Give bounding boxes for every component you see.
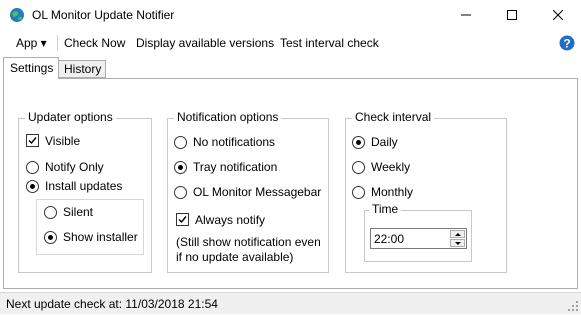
menu-app[interactable]: App ▾: [16, 36, 47, 50]
time-value: 22:00: [374, 232, 405, 246]
tray-notification-label: Tray notification: [193, 160, 278, 174]
checkbox-box: [176, 213, 189, 226]
close-button[interactable]: [535, 0, 581, 31]
show-installer-label: Show installer: [63, 230, 138, 244]
radio-circle: [174, 186, 187, 199]
checkmark-icon: [178, 216, 187, 224]
radio-circle: [352, 161, 365, 174]
window-title: OL Monitor Update Notifier: [32, 8, 175, 22]
status-bar: Next update check at: 11/03/2018 21:54: [0, 292, 581, 314]
radio-circle: [352, 186, 365, 199]
help-icon[interactable]: ?: [559, 35, 575, 51]
always-notify-hint-line2: if no update available): [176, 250, 294, 264]
close-icon: [553, 10, 563, 20]
spinner-buttons: [450, 230, 465, 247]
spin-up-icon[interactable]: [450, 230, 465, 238]
radio-circle: [26, 180, 39, 193]
globe-app-icon: [9, 7, 25, 23]
visible-label: Visible: [45, 134, 81, 148]
monthly-label: Monthly: [371, 185, 414, 199]
tab-strip: Settings History: [0, 56, 581, 79]
title-bar: OL Monitor Update Notifier: [0, 0, 581, 31]
radio-circle: [26, 161, 39, 174]
radio-circle: [44, 231, 57, 244]
messagebar-label: OL Monitor Messagebar: [193, 185, 322, 199]
tab-history[interactable]: History: [59, 60, 106, 78]
spin-down-icon[interactable]: [450, 239, 465, 247]
maximize-button[interactable]: [489, 0, 535, 31]
menu-bar: App ▾ Check Now Display available versio…: [0, 31, 581, 56]
silent-label: Silent: [63, 205, 94, 219]
check-interval-title: Check interval: [352, 110, 435, 124]
time-spinner[interactable]: 22:00: [370, 228, 467, 249]
svg-text:?: ?: [563, 37, 570, 51]
menu-display-versions[interactable]: Display available versions: [136, 36, 274, 50]
radio-circle: [44, 206, 57, 219]
install-updates-label: Install updates: [45, 179, 123, 193]
checkmark-icon: [28, 137, 37, 145]
no-notifications-label: No notifications: [193, 135, 276, 149]
time-group-title: Time: [369, 202, 402, 216]
notification-options-title: Notification options: [174, 110, 282, 124]
minimize-icon: [461, 14, 471, 16]
radio-circle: [174, 161, 187, 174]
daily-label: Daily: [371, 135, 398, 149]
radio-circle: [352, 136, 365, 149]
maximize-icon: [507, 10, 517, 20]
minimize-button[interactable]: [443, 0, 489, 31]
weekly-label: Weekly: [371, 160, 411, 174]
always-notify-hint-line1: (Still show notification even: [176, 235, 321, 249]
menu-separator: [57, 35, 58, 51]
checkbox-box: [26, 134, 39, 147]
resize-grip-icon[interactable]: [567, 300, 579, 312]
menu-check-now[interactable]: Check Now: [64, 36, 125, 50]
menu-test-interval[interactable]: Test interval check: [280, 36, 379, 50]
next-check-status: Next update check at: 11/03/2018 21:54: [6, 297, 218, 311]
tab-settings[interactable]: Settings: [3, 57, 59, 79]
always-notify-label: Always notify: [195, 213, 266, 227]
notify-only-label: Notify Only: [45, 160, 104, 174]
updater-options-title: Updater options: [25, 110, 116, 124]
radio-circle: [174, 136, 187, 149]
